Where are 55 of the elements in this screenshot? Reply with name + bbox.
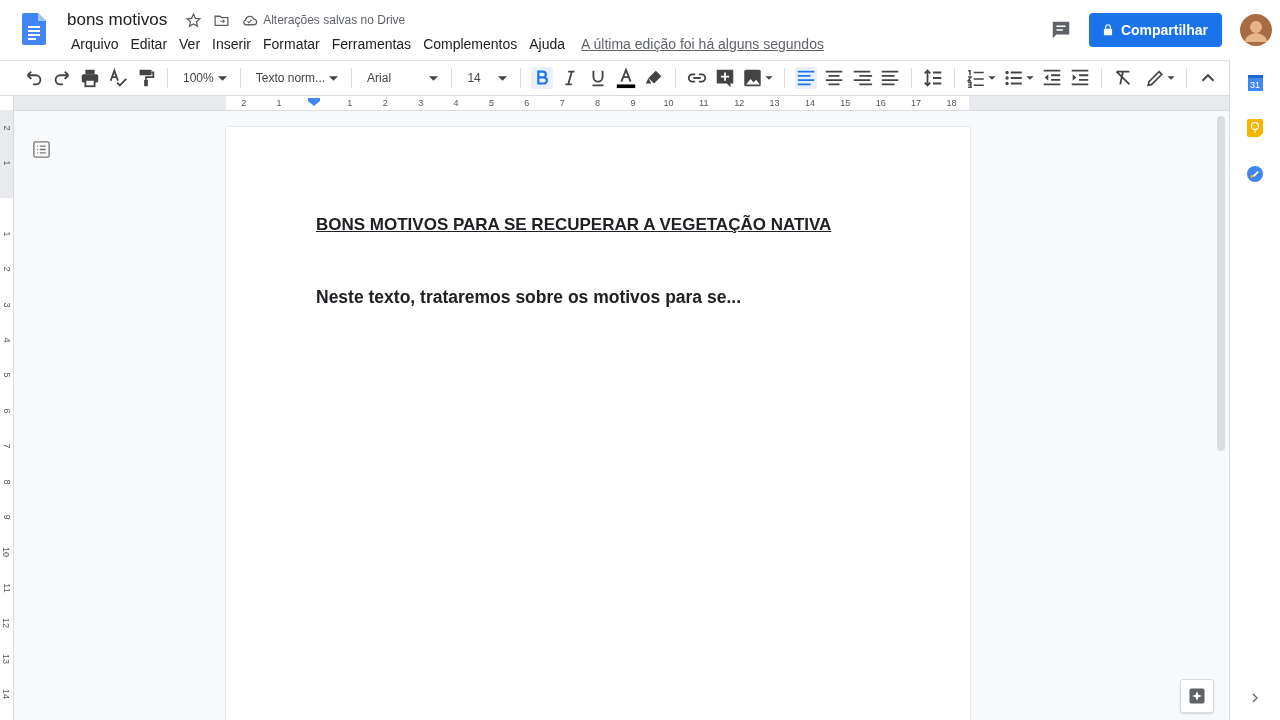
- ruler-number: 11: [1, 583, 12, 593]
- ruler-number: 1: [276, 97, 282, 110]
- ruler-number: 3: [418, 97, 424, 110]
- ruler-number: 1: [1, 160, 12, 166]
- menu-item[interactable]: Formatar: [256, 36, 326, 52]
- ruler-number: 9: [630, 97, 636, 110]
- ruler-number: 5: [488, 97, 494, 110]
- document-heading: BONS MOTIVOS PARA SE RECUPERAR A VEGETAÇÃO NATIVA: [316, 215, 833, 235]
- font-dropdown[interactable]: Arial: [361, 65, 443, 91]
- ruler-number: 7: [1, 443, 12, 449]
- ruler-number: 2: [1, 266, 12, 272]
- ruler-number: 1: [347, 97, 353, 110]
- document-paragraph: Neste texto, trataremos sobre os motivos para se...: [316, 287, 743, 307]
- document-title[interactable]: bons motivos: [67, 10, 168, 30]
- ruler-number: 12: [1, 618, 12, 629]
- ruler-number: 12: [734, 97, 745, 110]
- calendar-icon[interactable]: 31: [1247, 75, 1263, 91]
- menu-item[interactable]: Ajuda: [523, 36, 572, 52]
- ruler-number: 9: [1, 514, 12, 520]
- zoom-dropdown[interactable]: 100%: [177, 65, 231, 91]
- ruler-number: 13: [769, 97, 780, 110]
- ruler-number: 4: [453, 97, 459, 110]
- ruler-number: 3: [1, 302, 12, 308]
- ruler-number: 13: [1, 653, 12, 664]
- ruler-number: 4: [1, 337, 12, 343]
- ruler-number: 10: [1, 547, 12, 558]
- menu-item[interactable]: Ver: [173, 36, 207, 52]
- share-button[interactable]: Compartilhar: [1088, 13, 1222, 47]
- menu-item[interactable]: Complementos: [417, 36, 524, 52]
- ruler-number: 18: [946, 97, 957, 110]
- ruler-number: 2: [382, 97, 388, 110]
- ruler-number: 17: [911, 97, 922, 110]
- ruler-number: 15: [840, 97, 851, 110]
- ruler-number: 5: [1, 372, 12, 378]
- ruler-number: 8: [595, 97, 601, 110]
- last-edit-link[interactable]: A última edição foi há alguns segundos: [581, 36, 824, 52]
- ruler-number: 10: [663, 97, 674, 110]
- ruler-number: 2: [1, 125, 12, 131]
- ruler-number: 14: [1, 688, 12, 699]
- menu-item[interactable]: Arquivo: [65, 36, 125, 52]
- menu-item[interactable]: Inserir: [206, 36, 257, 52]
- ruler-number: 8: [1, 479, 12, 485]
- ruler-number: 7: [559, 97, 565, 110]
- ruler-number: 6: [524, 97, 530, 110]
- ruler-number: 16: [875, 97, 886, 110]
- save-status: Alterações salvas no Drive: [263, 13, 406, 27]
- menu-item[interactable]: Editar: [124, 36, 174, 52]
- menu-item[interactable]: Ferramentas: [325, 36, 418, 52]
- ruler-number: 2: [241, 97, 247, 110]
- ruler-number: 1: [1, 231, 12, 237]
- font-size-dropdown[interactable]: 14: [461, 65, 511, 91]
- ruler-number: 11: [699, 97, 709, 110]
- style-dropdown[interactable]: Texto norm...: [249, 65, 343, 91]
- ruler-number: 6: [1, 408, 12, 414]
- ruler-number: 14: [804, 97, 815, 110]
